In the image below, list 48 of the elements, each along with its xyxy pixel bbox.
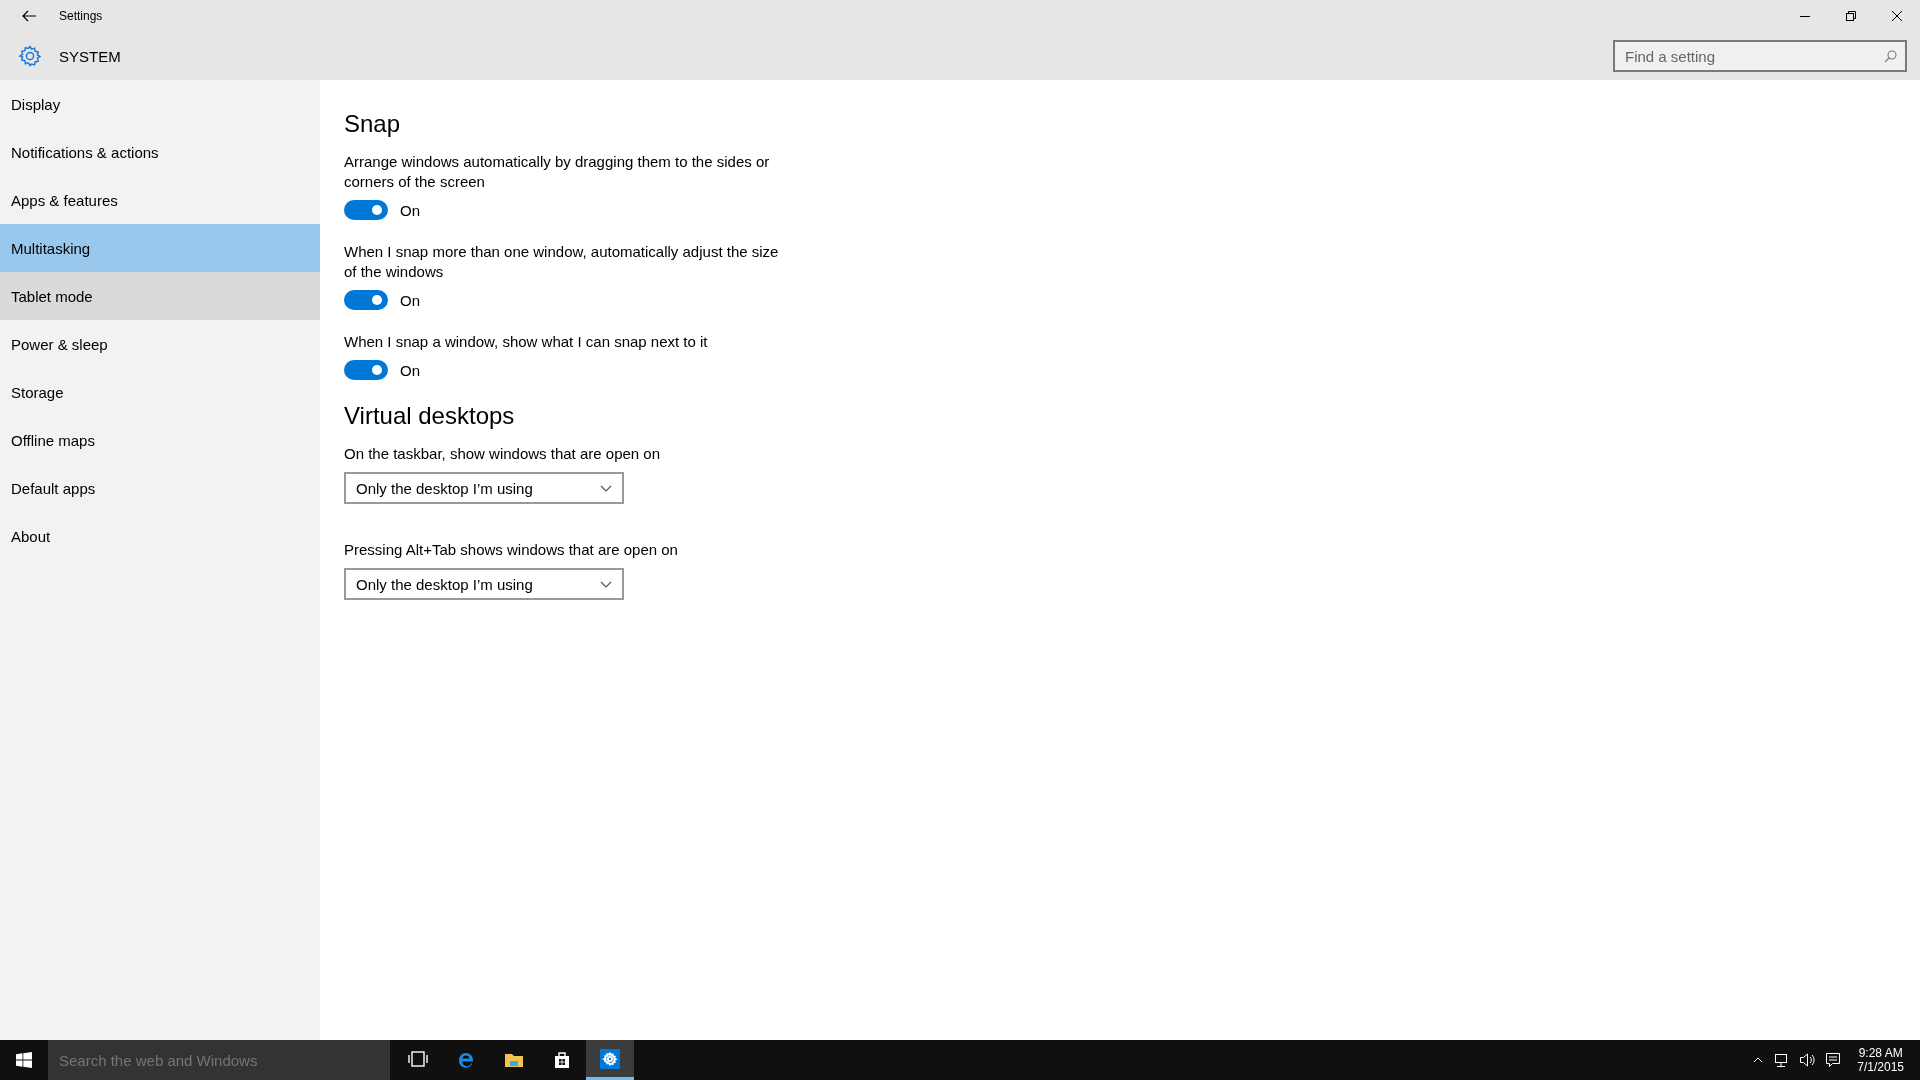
setting-label: Arrange windows automatically by dragging them to the sides or corners of the screen (344, 152, 771, 192)
toggle-state: On (400, 361, 420, 379)
chevron-down-icon (600, 579, 612, 589)
sidebar-item[interactable]: Default apps (0, 464, 320, 512)
network-icon[interactable] (1773, 1052, 1790, 1068)
task-view-icon (408, 1050, 428, 1070)
back-arrow-icon[interactable] (22, 10, 37, 22)
toggle-switch[interactable] (344, 200, 388, 220)
browser-e-icon (456, 1050, 476, 1070)
search-field[interactable]: Find a setting (1613, 40, 1907, 72)
toggle-state: On (400, 201, 420, 219)
section-heading: Virtual desktops (344, 402, 516, 430)
sidebar-item[interactable]: Tablet mode (0, 272, 320, 320)
dropdown[interactable]: Only the desktop I’m using (344, 568, 624, 600)
message-icon[interactable] (1825, 1052, 1842, 1068)
sidebar-item[interactable]: Power & sleep (0, 320, 320, 368)
toggle-switch[interactable] (344, 290, 388, 310)
gear-icon (17, 44, 42, 68)
setting-label: On the taskbar, show windows that are open on (344, 444, 662, 464)
windows-logo-icon[interactable] (16, 1052, 32, 1068)
sidebar-item[interactable]: Storage (0, 368, 320, 416)
setting-label: Pressing Alt+Tab shows windows that are open on (344, 540, 679, 560)
section-title: SYSTEM (59, 47, 121, 65)
sidebar-item[interactable]: Display (0, 80, 320, 128)
search-icon (1884, 50, 1897, 63)
sidebar-item[interactable]: Offline maps (0, 416, 320, 464)
taskbar-search-field[interactable]: Search the web and Windows (48, 1040, 390, 1080)
section-heading: Snap (344, 110, 402, 138)
close-icon[interactable] (1892, 11, 1902, 21)
chevron-down-icon (600, 483, 612, 493)
sidebar-item[interactable]: Apps & features (0, 176, 320, 224)
shopping-bag-icon (552, 1050, 572, 1070)
speaker-icon[interactable] (1799, 1052, 1816, 1068)
clock-date: 7/1/2015 (1857, 1060, 1904, 1074)
setting-label: When I snap more than one window, automatically adjust the size of the windows (344, 242, 780, 282)
sidebar-item[interactable]: About (0, 512, 320, 560)
dropdown[interactable]: Only the desktop I’m using (344, 472, 624, 504)
toggle-state: On (400, 291, 420, 309)
toggle-switch[interactable] (344, 360, 388, 380)
taskbar-app-button[interactable] (586, 1040, 634, 1080)
setting-label: When I snap a window, show what I can snap next to it (344, 332, 709, 352)
restore-icon[interactable] (1846, 11, 1856, 21)
sidebar-item[interactable]: Multitasking (0, 224, 320, 272)
clock-time: 9:28 AM (1858, 1046, 1903, 1060)
chevron-up-icon[interactable] (1753, 1056, 1764, 1064)
sidebar-item[interactable]: Notifications & actions (0, 128, 320, 176)
gear-icon (600, 1048, 620, 1069)
window-title: Settings (59, 9, 103, 23)
